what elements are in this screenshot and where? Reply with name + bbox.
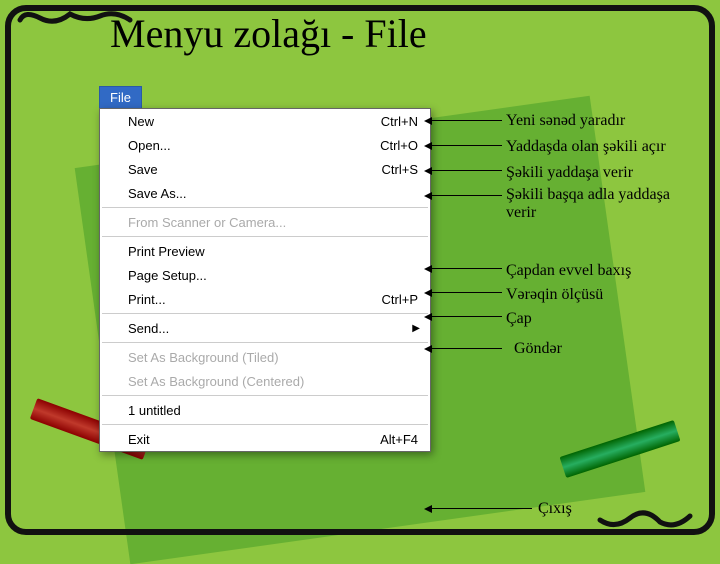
menu-item-recent1[interactable]: 1 untitled: [100, 398, 430, 422]
menu-item-send[interactable]: Send... ▶: [100, 316, 430, 340]
menu-shortcut: Alt+F4: [380, 432, 424, 447]
menu-separator: [102, 424, 428, 425]
menu-label: Print Preview: [128, 244, 424, 259]
menu-item-page-setup[interactable]: Page Setup...: [100, 263, 430, 287]
menu-label: 1 untitled: [128, 403, 424, 418]
menu-label: New: [128, 114, 381, 129]
menu-item-exit[interactable]: Exit Alt+F4: [100, 427, 430, 451]
annotation-new: Yeni sənəd yaradır: [506, 112, 625, 130]
menu-item-print-preview[interactable]: Print Preview: [100, 239, 430, 263]
menu-item-save[interactable]: Save Ctrl+S: [100, 157, 430, 181]
menu-separator: [102, 395, 428, 396]
menu-shortcut: Ctrl+O: [380, 138, 424, 153]
leader-line: [432, 316, 502, 317]
menu-label: From Scanner or Camera...: [128, 215, 424, 230]
annotation-send: Göndər: [514, 340, 562, 358]
leader-line: [432, 508, 532, 509]
menu-separator: [102, 313, 428, 314]
annotation-save: Şəkili yaddaşa verir: [506, 164, 633, 182]
menu-separator: [102, 207, 428, 208]
menu-label: Save As...: [128, 186, 424, 201]
menu-label: Open...: [128, 138, 380, 153]
menu-file-tab[interactable]: File: [99, 86, 142, 109]
annotation-print: Çap: [506, 310, 532, 328]
submenu-arrow-icon: ▶: [412, 323, 424, 334]
menu-item-scanner: From Scanner or Camera...: [100, 210, 430, 234]
menu-label: Page Setup...: [128, 268, 424, 283]
leader-line: [432, 195, 502, 196]
menu-shortcut: Ctrl+S: [382, 162, 424, 177]
annotation-pagesetup: Vərəqin ölçüsü: [506, 286, 603, 304]
annotation-preview: Çapdan evvel baxış: [506, 262, 631, 280]
leader-line: [432, 348, 502, 349]
menu-separator: [102, 236, 428, 237]
menu-item-open[interactable]: Open... Ctrl+O: [100, 133, 430, 157]
menu-item-save-as[interactable]: Save As...: [100, 181, 430, 205]
file-menu-dropdown: New Ctrl+N Open... Ctrl+O Save Ctrl+S Sa…: [99, 108, 431, 452]
menu-shortcut: Ctrl+P: [382, 292, 424, 307]
menu-label: Set As Background (Centered): [128, 374, 424, 389]
menu-item-new[interactable]: New Ctrl+N: [100, 109, 430, 133]
page-title: Menyu zolağı - File: [110, 10, 427, 57]
annotation-saveas: Şəkili başqa adla yaddaşa verir: [506, 186, 686, 222]
menu-item-print[interactable]: Print... Ctrl+P: [100, 287, 430, 311]
menu-separator: [102, 342, 428, 343]
leader-line: [432, 292, 502, 293]
menu-label: Send...: [128, 321, 412, 336]
menu-label: Save: [128, 162, 382, 177]
menu-label: Exit: [128, 432, 380, 447]
menu-label: Print...: [128, 292, 382, 307]
annotation-exit: Çıxış: [538, 500, 572, 518]
menu-label: Set As Background (Tiled): [128, 350, 424, 365]
leader-line: [432, 120, 502, 121]
annotation-open: Yaddaşda olan şəkili açır: [506, 138, 666, 156]
leader-line: [432, 145, 502, 146]
leader-line: [432, 268, 502, 269]
leader-line: [432, 170, 502, 171]
menu-item-bg-centered: Set As Background (Centered): [100, 369, 430, 393]
menu-item-bg-tiled: Set As Background (Tiled): [100, 345, 430, 369]
menu-shortcut: Ctrl+N: [381, 114, 424, 129]
